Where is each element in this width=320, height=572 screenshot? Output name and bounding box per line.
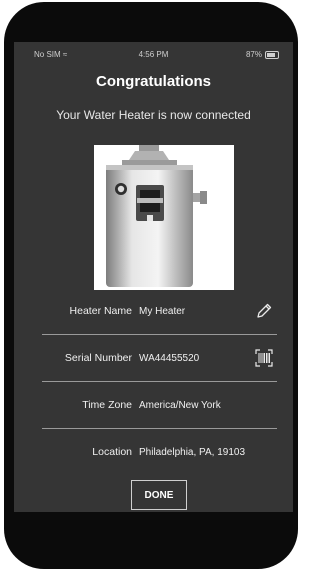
serial-number-row[interactable]: Serial Number WA44455520 [42,335,277,382]
battery-percent: 87% [245,50,262,59]
done-button[interactable]: DONE [131,480,187,510]
time-zone-row: Time Zone America/New York [42,382,277,429]
connection-message: Your Water Heater is now connected [56,108,251,122]
heater-name-value[interactable]: My Heater [139,306,185,317]
battery-icon [265,50,279,59]
serial-number-value: WA44455520 [139,352,200,364]
location-row: Location Philadelphia, PA, 19103 [42,429,277,475]
status-bar: No SIM ≈ 4:56 PM 87% [14,42,293,59]
pencil-icon[interactable] [255,302,273,320]
serial-number-label: Serial Number [64,352,132,364]
heater-name-row[interactable]: Heater Name My Heater [42,288,277,335]
heater-details: Heater Name My Heater Serial Number WA44… [42,288,277,475]
app-screen: No SIM ≈ 4:56 PM 87% Congratulations You… [14,42,293,512]
battery-status: 87% [246,50,279,59]
phone-frame: No SIM ≈ 4:56 PM 87% Congratulations You… [4,2,298,569]
location-value: Philadelphia, PA, 19103 [139,446,246,458]
page-title: Congratulations [96,73,211,90]
barcode-scan-icon[interactable] [255,349,273,367]
location-label: Location [92,446,132,458]
time-zone-value: America/New York [139,399,221,411]
heater-name-label: Heater Name [69,305,132,317]
water-heater-image [94,145,234,290]
time-zone-label: Time Zone [82,399,132,411]
